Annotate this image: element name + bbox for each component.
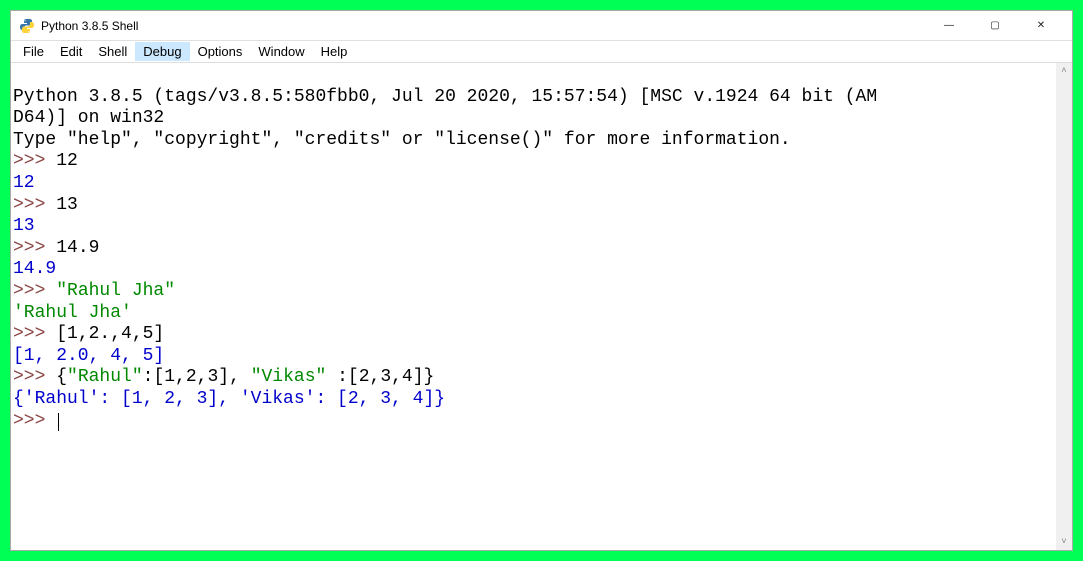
maximize-button[interactable]: ▢ xyxy=(972,11,1018,41)
output-line: 14.9 xyxy=(13,259,1070,281)
prompt: >>> xyxy=(13,151,56,171)
input-line: >>> 12 xyxy=(13,151,1070,173)
python-icon xyxy=(19,18,35,34)
input-line: >>> "Rahul Jha" xyxy=(13,281,1070,303)
input-text: "Rahul" xyxy=(67,367,143,387)
input-line: >>> 13 xyxy=(13,195,1070,217)
output-line: 'Rahul Jha' xyxy=(13,303,1070,325)
menu-debug[interactable]: Debug xyxy=(135,42,189,61)
prompt: >>> xyxy=(13,324,56,344)
shell-text-area[interactable]: Python 3.8.5 (tags/v3.8.5:580fbb0, Jul 2… xyxy=(11,63,1072,550)
titlebar[interactable]: Python 3.8.5 Shell — ▢ ✕ xyxy=(11,11,1072,41)
scrollbar[interactable]: ˄ ˅ xyxy=(1056,63,1072,550)
menu-options[interactable]: Options xyxy=(190,42,251,61)
menu-shell[interactable]: Shell xyxy=(90,42,135,61)
prompt: >>> xyxy=(13,238,56,258)
input-line: >>> {"Rahul":[1,2,3], "Vikas" :[2,3,4]} xyxy=(13,367,1070,389)
close-button[interactable]: ✕ xyxy=(1018,11,1064,41)
scroll-down-icon[interactable]: ˅ xyxy=(1056,534,1072,550)
menu-file[interactable]: File xyxy=(15,42,52,61)
input-text: [1,2.,4,5] xyxy=(56,324,164,344)
input-text: 14.9 xyxy=(56,238,99,258)
app-window: Python 3.8.5 Shell — ▢ ✕ File Edit Shell… xyxy=(10,10,1073,551)
input-text: { xyxy=(56,367,67,387)
menu-edit[interactable]: Edit xyxy=(52,42,90,61)
output-line: [1, 2.0, 4, 5] xyxy=(13,346,1070,368)
cursor-icon xyxy=(58,413,59,431)
output-line: 13 xyxy=(13,216,1070,238)
menubar: File Edit Shell Debug Options Window Hel… xyxy=(11,41,1072,63)
banner-line: D64)] on win32 xyxy=(13,108,1070,130)
input-line: >>> 14.9 xyxy=(13,238,1070,260)
banner-line: Python 3.8.5 (tags/v3.8.5:580fbb0, Jul 2… xyxy=(13,87,1070,109)
prompt: >>> xyxy=(13,411,56,431)
menu-window[interactable]: Window xyxy=(250,42,312,61)
window-controls: — ▢ ✕ xyxy=(926,11,1064,41)
input-text: "Rahul Jha" xyxy=(56,281,175,301)
prompt: >>> xyxy=(13,367,56,387)
input-line: >>> xyxy=(13,411,1070,433)
banner-line: Type "help", "copyright", "credits" or "… xyxy=(13,130,1070,152)
input-text: 12 xyxy=(56,151,78,171)
scroll-up-icon[interactable]: ˄ xyxy=(1056,63,1072,79)
window-title: Python 3.8.5 Shell xyxy=(41,19,138,33)
prompt: >>> xyxy=(13,281,56,301)
prompt: >>> xyxy=(13,195,56,215)
input-text: :[2,3,4]} xyxy=(326,367,434,387)
minimize-button[interactable]: — xyxy=(926,11,972,41)
menu-help[interactable]: Help xyxy=(313,42,356,61)
input-text: "Vikas" xyxy=(251,367,327,387)
input-text: :[1,2,3], xyxy=(143,367,251,387)
input-text: 13 xyxy=(56,195,78,215)
input-line: >>> [1,2.,4,5] xyxy=(13,324,1070,346)
output-line: {'Rahul': [1, 2, 3], 'Vikas': [2, 3, 4]} xyxy=(13,389,1070,411)
output-line: 12 xyxy=(13,173,1070,195)
